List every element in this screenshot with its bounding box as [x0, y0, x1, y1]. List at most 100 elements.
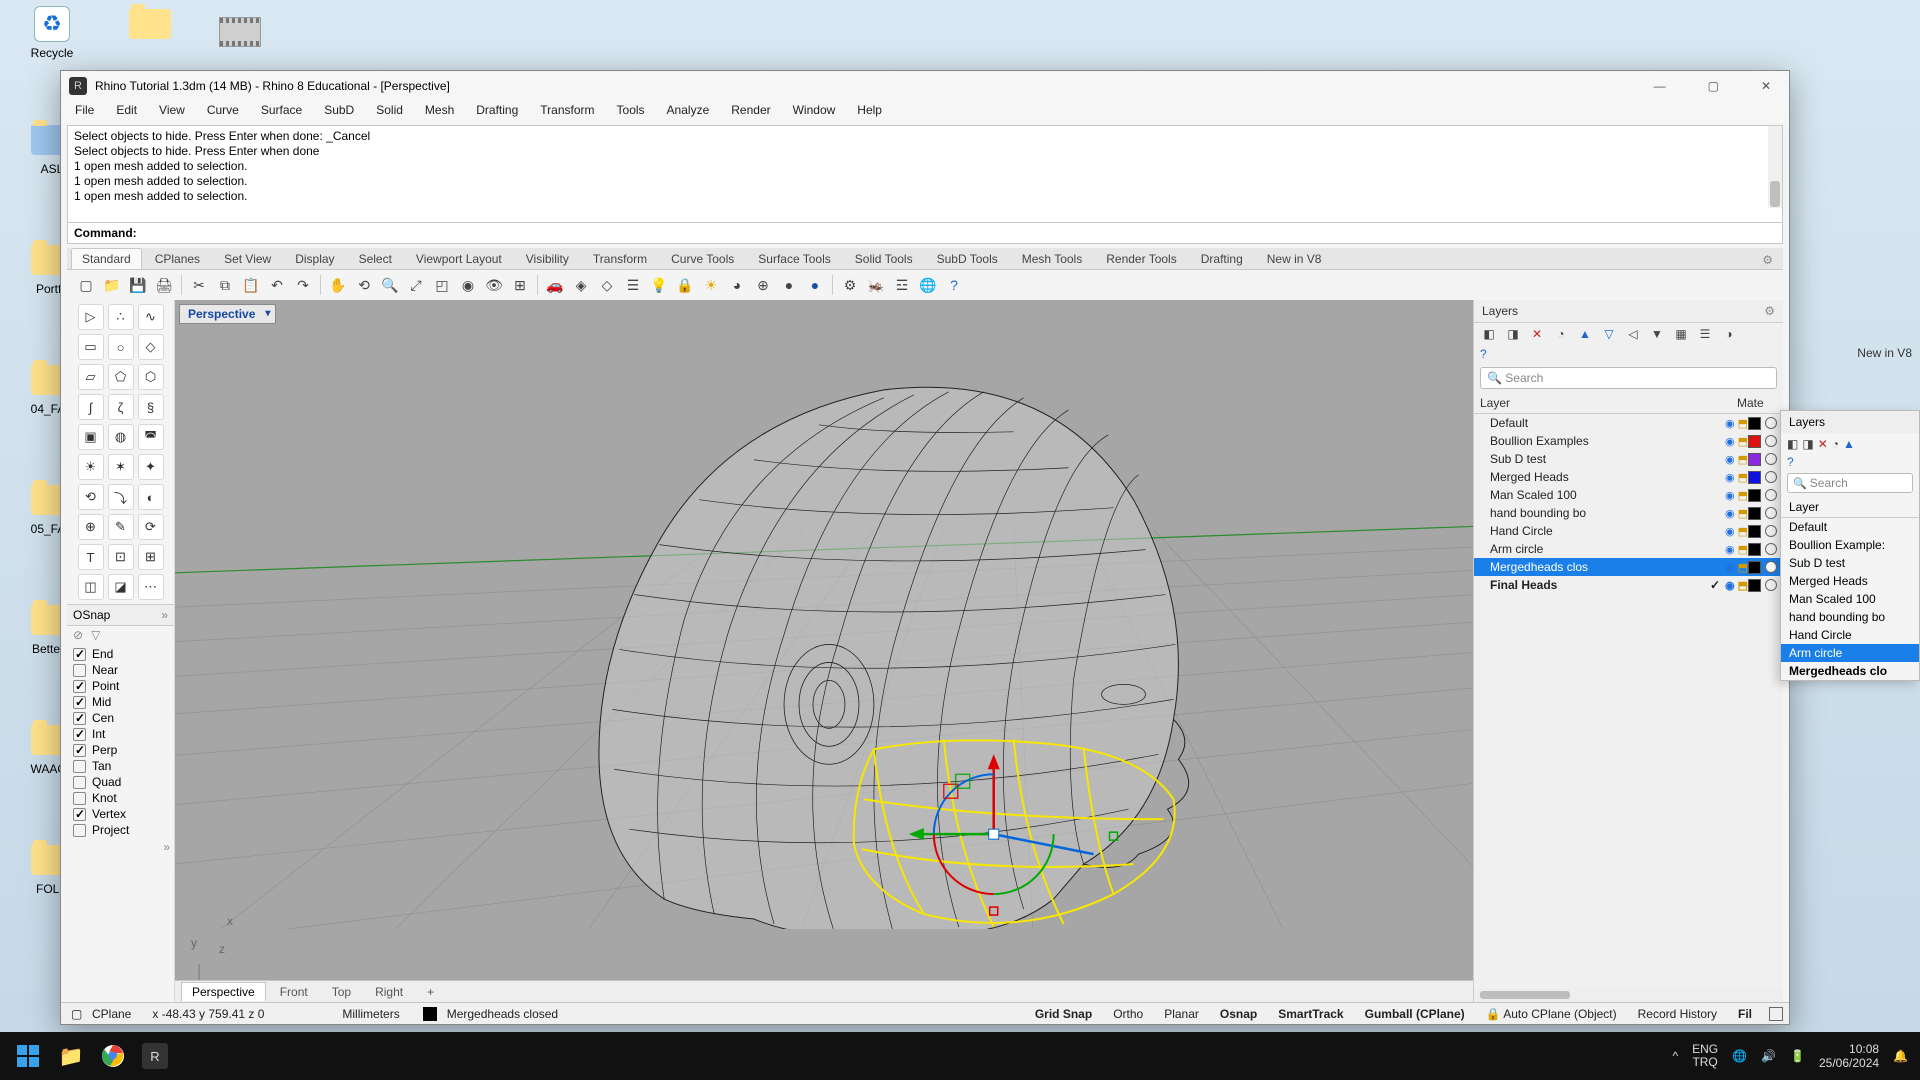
command-prompt[interactable]: Command: — [67, 223, 1783, 244]
layer-color-swatch[interactable] — [1748, 579, 1761, 592]
save-icon[interactable]: 💾 — [127, 274, 149, 296]
viewport-canvas[interactable] — [175, 300, 1473, 929]
clock[interactable]: 10:0825/06/2024 — [1819, 1042, 1879, 1070]
paste-icon[interactable]: 📋 — [240, 274, 262, 296]
float-layer-row[interactable]: Boullion Example: — [1781, 536, 1919, 554]
light-icon[interactable]: 💡 — [648, 274, 670, 296]
color-wheel-icon[interactable]: ◕ — [726, 274, 748, 296]
tool-29[interactable]: ⋯ — [138, 574, 164, 600]
menu-edit[interactable]: Edit — [112, 101, 141, 123]
osnap-expand[interactable]: » — [67, 840, 174, 854]
tool-1[interactable]: ∴ — [108, 304, 134, 330]
new-icon[interactable]: ▢ — [75, 274, 97, 296]
layer-row[interactable]: Sub D test◉⬒ — [1474, 450, 1783, 468]
tab-visibility[interactable]: Visibility — [515, 248, 580, 269]
rhino-taskbar-icon[interactable]: R — [134, 1035, 176, 1077]
notifications-icon[interactable]: 🔔 — [1893, 1049, 1908, 1063]
menu-analyze[interactable]: Analyze — [663, 101, 714, 123]
desktop-icon-folder[interactable] — [110, 4, 190, 46]
layer-swatch[interactable] — [423, 1007, 437, 1021]
zoom-extents-icon[interactable]: ⤢ — [405, 274, 427, 296]
floating-layers-panel[interactable]: Layers ◧◨✕◔▲ ? 🔍 Search Layer DefaultBou… — [1780, 410, 1920, 681]
tool-20[interactable]: ◐ — [138, 484, 164, 510]
layer-color-swatch[interactable] — [1748, 525, 1761, 538]
menu-subd[interactable]: SubD — [320, 101, 358, 123]
layer-row[interactable]: Arm circle◉⬒ — [1474, 540, 1783, 558]
layer-row[interactable]: Default◉⬒ — [1474, 414, 1783, 432]
layer-color-swatch[interactable] — [1748, 543, 1761, 556]
tool-17[interactable]: ✦ — [138, 454, 164, 480]
status-ortho[interactable]: Ortho — [1103, 1007, 1154, 1021]
delete-icon[interactable]: ✕ — [1818, 437, 1828, 451]
gear-icon[interactable]: ⚙ — [1764, 304, 1775, 318]
lock-icon[interactable]: ⬒ — [1738, 417, 1748, 430]
tool-14[interactable]: ◚ — [138, 424, 164, 450]
menu-solid[interactable]: Solid — [372, 101, 407, 123]
float-layer-header[interactable]: Layer — [1781, 497, 1919, 518]
global-icon[interactable]: ◑ — [1720, 327, 1738, 341]
layer-row[interactable]: Boullion Examples◉⬒ — [1474, 432, 1783, 450]
network-icon[interactable]: 🌐 — [1732, 1049, 1747, 1063]
filter-icon[interactable]: ▽ — [91, 628, 100, 642]
tab-viewport-layout[interactable]: Viewport Layout — [405, 248, 513, 269]
open-icon[interactable]: 📁 — [101, 274, 123, 296]
osnap-point[interactable]: Point — [73, 678, 168, 694]
tab-transform[interactable]: Transform — [582, 248, 658, 269]
menu-file[interactable]: File — [71, 101, 98, 123]
osnap-knot[interactable]: Knot — [73, 790, 168, 806]
tool-10[interactable]: ζ — [108, 394, 134, 420]
status-gumball-cplane-[interactable]: Gumball (CPlane) — [1355, 1007, 1476, 1021]
cut-icon[interactable]: ✂ — [188, 274, 210, 296]
osnap-checkbox[interactable] — [73, 744, 86, 757]
material-swatch[interactable] — [1765, 579, 1777, 591]
lock-icon[interactable]: ⬒ — [1738, 507, 1748, 520]
list-icon[interactable]: ☰ — [1696, 327, 1714, 341]
visibility-icon[interactable]: ◉ — [1725, 489, 1735, 502]
status-smarttrack[interactable]: SmartTrack — [1268, 1007, 1354, 1021]
add-view-tab[interactable]: + — [417, 983, 444, 1001]
tab-render-tools[interactable]: Render Tools — [1095, 248, 1188, 269]
visibility-icon[interactable]: ◉ — [1725, 579, 1735, 592]
sphere-icon[interactable]: ◔ — [1552, 327, 1570, 341]
lock-icon[interactable]: 🔒 — [674, 274, 696, 296]
layer-color-swatch[interactable] — [1748, 561, 1761, 574]
grasshopper-icon[interactable]: 🦗 — [865, 274, 887, 296]
current-layer-cell[interactable]: Mergedheads closed — [437, 1007, 569, 1021]
title-bar[interactable]: R Rhino Tutorial 1.3dm (14 MB) - Rhino 8… — [61, 71, 1789, 101]
float-help-icon[interactable]: ? — [1781, 455, 1919, 469]
copy-icon[interactable]: ⧉ — [214, 274, 236, 296]
filter-icon[interactable]: ▼ — [1648, 327, 1666, 341]
tab-mesh-tools[interactable]: Mesh Tools — [1011, 248, 1093, 269]
material-swatch[interactable] — [1765, 435, 1777, 447]
chrome-icon[interactable] — [92, 1035, 134, 1077]
menu-surface[interactable]: Surface — [257, 101, 306, 123]
tool-25[interactable]: ⊡ — [108, 544, 134, 570]
minimize-button[interactable]: — — [1644, 75, 1676, 97]
tool-23[interactable]: ⟳ — [138, 514, 164, 540]
osnap-checkbox[interactable] — [73, 680, 86, 693]
menu-mesh[interactable]: Mesh — [421, 101, 458, 123]
rotate-icon[interactable]: ⟲ — [353, 274, 375, 296]
tool-3[interactable]: ▭ — [78, 334, 104, 360]
menu-view[interactable]: View — [155, 101, 189, 123]
panel-hscroll[interactable] — [1474, 988, 1783, 1002]
osnap-vertex[interactable]: Vertex — [73, 806, 168, 822]
tab-curve-tools[interactable]: Curve Tools — [660, 248, 745, 269]
tab-display[interactable]: Display — [284, 248, 345, 269]
tab-set-view[interactable]: Set View — [213, 248, 282, 269]
web-icon[interactable]: 🌐 — [917, 274, 939, 296]
print-icon[interactable]: 🖨 — [153, 274, 175, 296]
material-swatch[interactable] — [1765, 471, 1777, 483]
new-sublayer-icon[interactable]: ◨ — [1504, 327, 1522, 341]
language-indicator[interactable]: ENGTRQ — [1692, 1043, 1718, 1069]
material-swatch[interactable] — [1765, 525, 1777, 537]
status-grid-snap[interactable]: Grid Snap — [1025, 1007, 1103, 1021]
osnap-checkbox[interactable] — [73, 824, 86, 837]
layer-color-swatch[interactable] — [1748, 471, 1761, 484]
layer-color-swatch[interactable] — [1748, 417, 1761, 430]
status-auto-cplane-object-[interactable]: 🔒 Auto CPlane (Object) — [1476, 1007, 1628, 1021]
float-layer-row[interactable]: Arm circle — [1781, 644, 1919, 662]
view-tab-right[interactable]: Right — [365, 983, 413, 1001]
maximize-button[interactable]: ▢ — [1698, 75, 1729, 97]
start-button[interactable] — [6, 1034, 50, 1078]
